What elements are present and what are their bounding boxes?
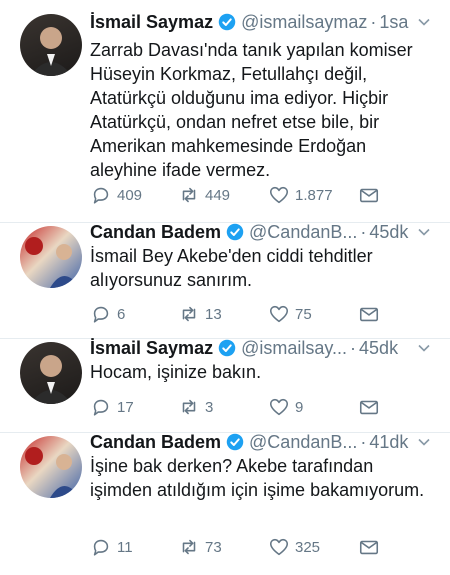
separator-dot: ·: [370, 11, 377, 32]
tweet-text: İşine bak derken? Akebe tarafından işimd…: [90, 456, 425, 500]
retweet-icon: [182, 399, 196, 415]
verified-icon: [218, 13, 236, 31]
direct-message-icon: [359, 400, 379, 415]
retweet-count: 13: [205, 305, 222, 323]
verified-icon: [226, 433, 244, 451]
author-handle[interactable]: @ismailsay...: [241, 338, 347, 359]
reply-button[interactable]: 17: [90, 395, 134, 419]
like-icon: [269, 186, 289, 204]
direct-message-button[interactable]: [358, 395, 385, 419]
direct-message-button[interactable]: [358, 535, 385, 559]
reply-button[interactable]: 409: [90, 183, 142, 207]
timestamp[interactable]: 45dk: [369, 222, 408, 243]
tweet-actions: 409 449 1.877: [90, 183, 390, 207]
reply-count: 11: [117, 538, 133, 556]
reply-button[interactable]: 6: [90, 302, 125, 326]
retweet-icon: [182, 539, 196, 555]
reply-icon: [93, 539, 109, 556]
retweet-count: 73: [205, 538, 222, 556]
tweet-actions: 17 3 9: [90, 395, 390, 419]
caret-down-icon[interactable]: [416, 434, 432, 450]
retweet-button[interactable]: 449: [178, 183, 230, 207]
like-icon: [269, 305, 289, 323]
like-button[interactable]: 9: [268, 395, 303, 419]
tweet-header: İsmail Saymaz @ismailsay... · 45dk: [90, 334, 434, 362]
like-button[interactable]: 75: [268, 302, 312, 326]
tweet-header: İsmail Saymaz @ismailsaymaz · 1sa: [90, 8, 434, 36]
tweet[interactable]: İsmail Saymaz @ismailsay... · 45dk Hocam…: [0, 338, 450, 432]
verified-icon: [218, 339, 236, 357]
direct-message-icon: [359, 188, 379, 203]
reply-count: 6: [117, 305, 126, 323]
author-name[interactable]: İsmail Saymaz: [90, 12, 213, 33]
timestamp[interactable]: 45dk: [359, 338, 398, 359]
retweet-button[interactable]: 3: [178, 395, 213, 419]
reply-icon: [93, 306, 109, 323]
reply-button[interactable]: 11: [90, 535, 133, 559]
timestamp[interactable]: 41dk: [369, 432, 408, 453]
avatar[interactable]: [20, 342, 82, 404]
like-count: 9: [295, 398, 304, 416]
author-handle[interactable]: @CandanB...: [249, 222, 357, 243]
like-button[interactable]: 1.877: [268, 183, 333, 207]
direct-message-icon: [359, 540, 379, 555]
author-handle[interactable]: @ismailsaymaz: [241, 12, 367, 33]
tweet[interactable]: Candan Badem @CandanB... · 45dk İsmail B…: [0, 222, 450, 338]
caret-down-icon[interactable]: [416, 14, 432, 30]
like-button[interactable]: 325: [268, 535, 320, 559]
reply-icon: [93, 187, 109, 204]
tweet-text: Zarrab Davası'nda tanık yapılan komiser …: [90, 40, 413, 180]
tweet-text: Hocam, işinize bakın.: [90, 362, 262, 382]
timestamp[interactable]: 1sa: [379, 12, 408, 33]
separator-dot: ·: [350, 337, 357, 358]
reply-icon: [93, 399, 109, 416]
avatar[interactable]: [20, 14, 82, 76]
separator-dot: ·: [360, 431, 367, 452]
tweet-header: Candan Badem @CandanB... · 45dk: [90, 218, 434, 246]
verified-icon: [226, 223, 244, 241]
caret-down-icon[interactable]: [416, 340, 432, 356]
retweet-count: 449: [205, 186, 231, 204]
direct-message-button[interactable]: [358, 183, 385, 207]
retweet-count: 3: [205, 398, 214, 416]
tweet[interactable]: Candan Badem @CandanB... · 41dk İşine ba…: [0, 432, 450, 575]
retweet-icon: [182, 306, 196, 322]
like-icon: [269, 538, 289, 556]
author-name[interactable]: Candan Badem: [90, 432, 221, 453]
like-count: 1.877: [295, 186, 333, 204]
tweet-actions: 6 13 75: [90, 302, 390, 326]
tweet-actions: 11 73 325: [90, 535, 390, 559]
like-count: 75: [295, 305, 312, 323]
reply-count: 17: [117, 398, 134, 416]
retweet-button[interactable]: 73: [178, 535, 222, 559]
caret-down-icon[interactable]: [416, 224, 432, 240]
direct-message-button[interactable]: [358, 302, 385, 326]
author-name[interactable]: Candan Badem: [90, 222, 221, 243]
author-handle[interactable]: @CandanB...: [249, 432, 357, 453]
retweet-button[interactable]: 13: [178, 302, 222, 326]
author-name[interactable]: İsmail Saymaz: [90, 338, 213, 359]
like-count: 325: [295, 538, 321, 556]
tweet[interactable]: İsmail Saymaz @ismailsaymaz · 1sa Zarrab…: [0, 0, 450, 222]
avatar[interactable]: [20, 226, 82, 288]
retweet-icon: [182, 187, 196, 203]
reply-count: 409: [117, 186, 143, 204]
direct-message-icon: [359, 307, 379, 322]
avatar[interactable]: [20, 436, 82, 498]
tweet-text: İsmail Bey Akebe'den ciddi tehditler alı…: [90, 246, 373, 290]
separator-dot: ·: [360, 221, 367, 242]
tweet-header: Candan Badem @CandanB... · 41dk: [90, 428, 434, 456]
like-icon: [269, 398, 289, 416]
